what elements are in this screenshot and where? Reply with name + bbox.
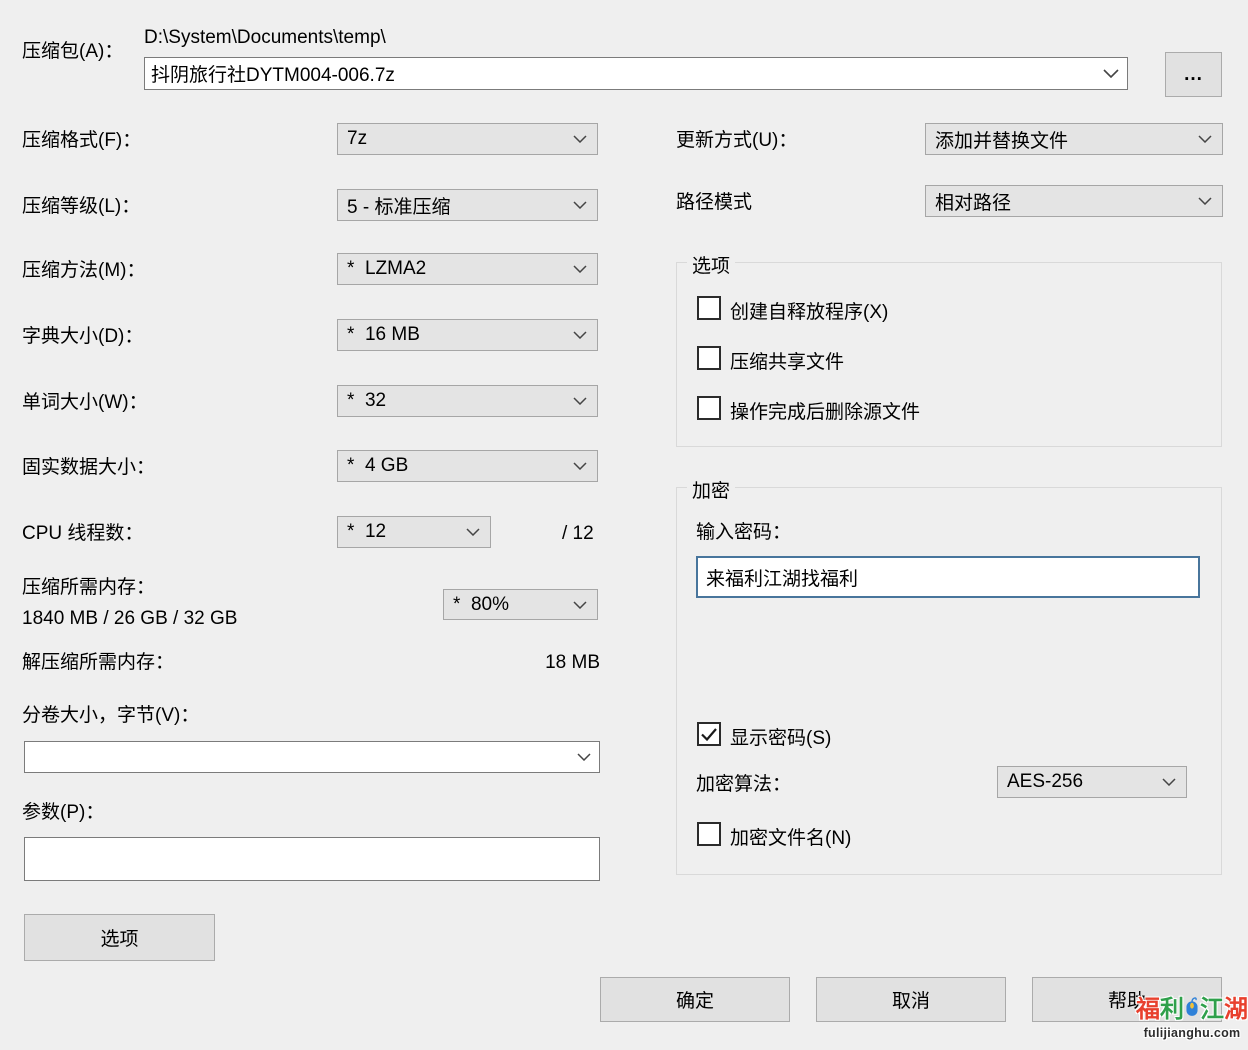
encryption-method-value: AES-256 <box>1007 771 1083 793</box>
show-password-checkbox[interactable]: 显示密码(S) <box>697 722 831 750</box>
update-mode-value: 添加并替换文件 <box>935 126 1068 153</box>
watermark-char: 江 <box>1200 998 1224 1022</box>
chevron-down-icon <box>573 462 587 470</box>
password-input[interactable] <box>696 556 1200 598</box>
cpu-threads-label: CPU 线程数： <box>22 523 143 546</box>
format-value: 7z <box>347 128 367 150</box>
checkbox-box <box>697 346 721 370</box>
compress-shared-label: 压缩共享文件 <box>730 347 844 374</box>
watermark-char: 福 <box>1136 998 1160 1022</box>
word-size-label: 单词大小(W)： <box>22 392 148 415</box>
options-group-title: 选项 <box>687 251 735 278</box>
compress-shared-checkbox[interactable]: 压缩共享文件 <box>697 346 844 374</box>
chevron-down-icon <box>1198 197 1212 205</box>
solid-block-value: * 4 GB <box>347 455 408 477</box>
dictionary-select[interactable]: * 16 MB <box>337 319 598 351</box>
archive-dir-path: D:\System\Documents\temp\ <box>144 27 386 49</box>
method-label: 压缩方法(M)： <box>22 260 145 283</box>
update-mode-select[interactable]: 添加并替换文件 <box>925 123 1223 155</box>
word-size-select[interactable]: * 32 <box>337 385 598 417</box>
method-value: * LZMA2 <box>347 258 426 280</box>
cpu-threads-value: * 12 <box>347 521 386 543</box>
encryption-group-title: 加密 <box>687 476 735 503</box>
chevron-down-icon <box>573 397 587 405</box>
delete-after-checkbox[interactable]: 操作完成后删除源文件 <box>697 396 920 424</box>
chevron-down-icon <box>1162 778 1176 786</box>
archive-name-input[interactable] <box>151 58 1097 89</box>
memory-decompress-value: 18 MB <box>440 652 600 675</box>
watermark-char: 利 <box>1160 998 1184 1022</box>
path-mode-label: 路径模式 <box>676 192 752 215</box>
watermark-logo: 福 利 江 湖 fulijianghu.com <box>1136 995 1248 1040</box>
chevron-down-icon <box>466 528 480 536</box>
create-sfx-checkbox[interactable]: 创建自释放程序(X) <box>697 296 888 324</box>
path-mode-select[interactable]: 相对路径 <box>925 185 1223 217</box>
archive-name-combobox[interactable] <box>144 57 1128 90</box>
parameters-input[interactable] <box>24 837 600 881</box>
chevron-down-icon <box>577 753 591 761</box>
dictionary-value: * 16 MB <box>347 324 420 346</box>
memory-compress-value: 1840 MB / 26 GB / 32 GB <box>22 608 237 631</box>
create-sfx-label: 创建自释放程序(X) <box>730 297 888 324</box>
encryption-method-label: 加密算法： <box>696 774 791 797</box>
cpu-threads-select[interactable]: * 12 <box>337 516 491 548</box>
level-select[interactable]: 5 - 标准压缩 <box>337 189 598 221</box>
chevron-down-icon <box>573 265 587 273</box>
solid-block-label: 固实数据大小： <box>22 457 155 480</box>
show-password-label: 显示密码(S) <box>730 723 831 750</box>
chevron-down-icon <box>1103 69 1119 78</box>
word-size-value: * 32 <box>347 390 386 412</box>
memory-percent-select[interactable]: * 80% <box>443 589 598 620</box>
encryption-method-select[interactable]: AES-256 <box>997 766 1187 798</box>
parameters-label: 参数(P)： <box>22 802 104 825</box>
encryption-group: 加密 <box>676 487 1222 875</box>
method-select[interactable]: * LZMA2 <box>337 253 598 285</box>
update-mode-label: 更新方式(U)： <box>676 130 797 153</box>
format-select[interactable]: 7z <box>337 123 598 155</box>
watermark-char: 湖 <box>1224 998 1248 1022</box>
cancel-button[interactable]: 取消 <box>816 977 1006 1022</box>
browse-button[interactable]: ... <box>1165 52 1222 97</box>
checkbox-box-checked <box>697 722 721 746</box>
checkbox-box <box>697 822 721 846</box>
encrypt-filenames-label: 加密文件名(N) <box>730 823 851 850</box>
ok-button[interactable]: 确定 <box>600 977 790 1022</box>
encrypt-filenames-checkbox[interactable]: 加密文件名(N) <box>697 822 851 850</box>
path-mode-value: 相对路径 <box>935 188 1011 215</box>
archive-label: 压缩包(A)： <box>22 41 123 64</box>
chevron-down-icon <box>1198 135 1212 143</box>
dictionary-label: 字典大小(D)： <box>22 326 143 349</box>
chevron-down-icon <box>573 135 587 143</box>
chevron-down-icon <box>573 201 587 209</box>
level-value: 5 - 标准压缩 <box>347 192 450 219</box>
volume-size-combobox[interactable] <box>24 741 600 773</box>
options-button[interactable]: 选项 <box>24 914 215 961</box>
chevron-down-icon <box>573 331 587 339</box>
checkbox-box <box>697 396 721 420</box>
watermark-domain: fulijianghu.com <box>1136 1026 1248 1040</box>
memory-decompress-label: 解压缩所需内存： <box>22 652 174 675</box>
format-label: 压缩格式(F)： <box>22 130 141 153</box>
volume-size-label: 分卷大小，字节(V)： <box>22 705 199 728</box>
volume-size-input[interactable] <box>31 742 571 772</box>
password-label: 输入密码： <box>696 522 791 545</box>
chevron-down-icon <box>573 601 587 609</box>
checkbox-box <box>697 296 721 320</box>
solid-block-select[interactable]: * 4 GB <box>337 450 598 482</box>
check-icon <box>701 728 717 741</box>
watermark-text: 福 利 江 湖 <box>1136 995 1248 1025</box>
delete-after-label: 操作完成后删除源文件 <box>730 397 920 424</box>
mouse-icon <box>1185 988 1199 1024</box>
memory-compress-label: 压缩所需内存： <box>22 577 155 600</box>
memory-percent-value: * 80% <box>453 594 509 616</box>
level-label: 压缩等级(L)： <box>22 196 140 219</box>
cpu-threads-total: / 12 <box>562 523 594 546</box>
